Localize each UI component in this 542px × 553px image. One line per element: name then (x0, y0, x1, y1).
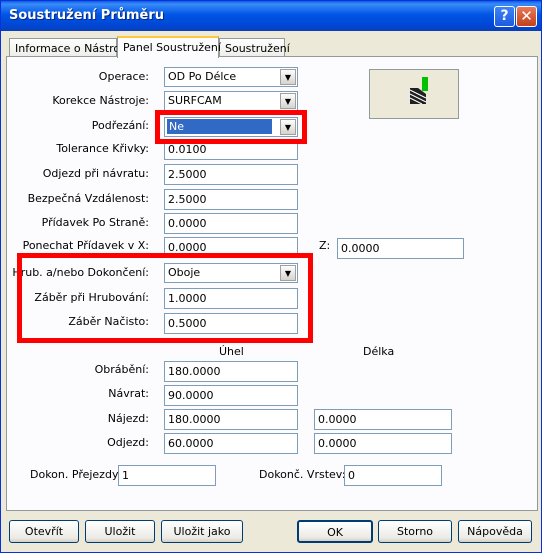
najezd-uhel-input[interactable]: 180.0000 (164, 409, 298, 430)
chevron-down-icon[interactable]: ▼ (280, 93, 296, 109)
odjezd-delka-input[interactable]: 0.0000 (314, 433, 452, 454)
save-button[interactable]: Uložit (85, 520, 155, 543)
help-text-button[interactable]: Nápověda (458, 520, 532, 543)
ok-button[interactable]: OK (297, 520, 373, 543)
help-button[interactable]: ? (494, 6, 515, 27)
z-input[interactable]: 0.0000 (337, 238, 464, 259)
dialog-window: Soustružení Průměru ? ✕ Informace o Nást… (0, 0, 542, 553)
navrat-label: Návrat: (108, 387, 149, 400)
dokonc-vrstev-label: Dokonč. Vrstev: (259, 468, 346, 481)
window-title: Soustružení Průměru (9, 8, 165, 23)
cancel-button[interactable]: Storno (378, 520, 452, 543)
tool-preview (369, 69, 459, 119)
tab-label: Panel Soustružení (123, 41, 221, 54)
highlight-box-podrezani (155, 110, 307, 144)
close-icon: ✕ (520, 7, 533, 25)
odjezd-navrat-input[interactable]: 2.5000 (164, 164, 298, 185)
col-header-delka: Délka (363, 345, 395, 358)
tab-label: Informace o Nástroji (15, 42, 127, 55)
odjezd-navrat-label: Odjezd při návratu: (42, 167, 149, 180)
dokonc-vrstev-input[interactable]: 0 (344, 465, 442, 486)
odjezd-label: Odjezd: (107, 436, 149, 449)
bezpecna-label: Bezpečná Vzdálenost: (27, 192, 149, 205)
chevron-down-icon[interactable]: ▼ (280, 69, 296, 85)
bezpecna-input[interactable]: 2.5000 (164, 189, 298, 210)
obrabeni-uhel-input[interactable]: 180.0000 (164, 361, 298, 382)
pridavek-input[interactable]: 0.0000 (164, 213, 298, 234)
open-button[interactable]: Otevřít (9, 520, 79, 543)
najezd-delka-input[interactable]: 0.0000 (314, 409, 452, 430)
pridavek-label: Přídavek Po Straně: (41, 216, 149, 229)
operace-select[interactable]: OD Po Délce ▼ (164, 67, 298, 87)
ponechat-label: Ponechat Přídavek v X: (22, 239, 149, 252)
operace-value: OD Po Délce (168, 70, 237, 83)
tab-soustruzeni[interactable]: Soustružení (219, 38, 290, 58)
navrat-uhel-input[interactable]: 90.0000 (164, 385, 298, 406)
operace-label: Operace: (98, 70, 149, 83)
obrabeni-label: Obrábění: (94, 363, 149, 376)
lathe-tool-icon (408, 77, 428, 105)
save-as-button[interactable]: Uložit jako (161, 520, 243, 543)
tolerance-label: Tolerance Křivky: (56, 142, 149, 155)
title-bar[interactable]: Soustružení Průměru ? ✕ (1, 1, 541, 31)
tab-informace-o-nastroji[interactable]: Informace o Nástroji (9, 38, 126, 58)
highlight-box-hrubovani (17, 253, 313, 343)
dokon-prejezdy-input[interactable]: 1 (118, 465, 216, 486)
tab-label: Soustružení (225, 42, 290, 55)
korekce-select[interactable]: SURFCAM ▼ (164, 91, 298, 111)
col-header-uhel: Úhel (219, 345, 244, 358)
korekce-value: SURFCAM (168, 94, 222, 107)
z-label: Z: (319, 239, 331, 252)
odjezd-uhel-input[interactable]: 60.0000 (164, 433, 298, 454)
tab-panel-soustruzeni[interactable]: Panel Soustružení (117, 36, 221, 58)
podrezani-label: Podřezání: (91, 119, 149, 132)
close-button[interactable]: ✕ (516, 6, 537, 27)
korekce-label: Korekce Nástroje: (52, 94, 149, 107)
dokon-prejezdy-label: Dokon. Přejezdy: (30, 468, 122, 481)
najezd-label: Nájezd: (107, 412, 149, 425)
help-icon: ? (500, 8, 509, 24)
